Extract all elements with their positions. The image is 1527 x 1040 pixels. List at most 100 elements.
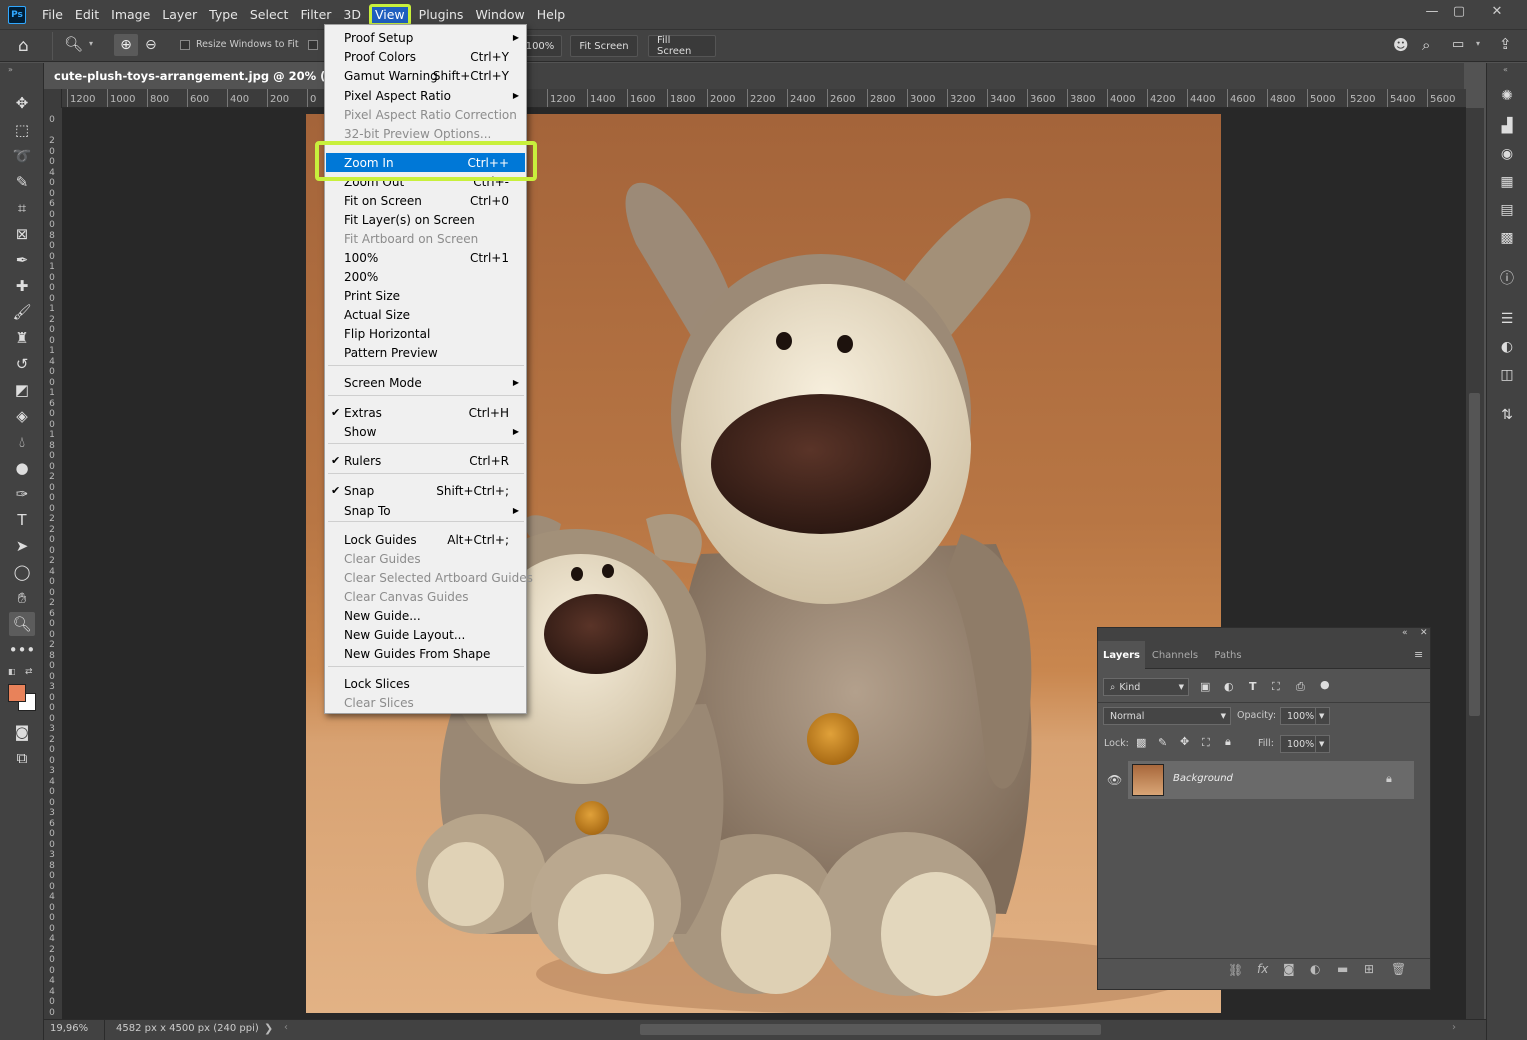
type-tool-icon[interactable]: T [9, 508, 35, 532]
adjustments-panel-icon[interactable]: ◐ [1494, 336, 1520, 358]
home-icon[interactable]: ⌂ [18, 36, 29, 56]
frame-tool-icon[interactable]: ⊠ [9, 222, 35, 246]
more-tools-icon[interactable]: ••• [9, 638, 36, 662]
history-panel-icon[interactable]: ⇅ [1494, 404, 1520, 426]
add-mask-icon[interactable]: ◙ [1283, 962, 1295, 976]
tab-paths[interactable]: Paths [1205, 641, 1251, 669]
scroll-right-icon[interactable]: › [1452, 1022, 1456, 1033]
workspace-chevron-icon[interactable]: ▾ [1476, 39, 1480, 48]
new-adjustment-layer-icon[interactable]: ◐ [1310, 962, 1320, 976]
close-button[interactable]: ✕ [1480, 0, 1514, 22]
scroll-left-icon[interactable]: ‹ [284, 1022, 288, 1033]
menu-plugins[interactable]: Plugins [413, 4, 470, 26]
menu-item-gamut-warning[interactable]: Gamut Warning Shift+Ctrl+Y [326, 66, 525, 85]
chevron-down-icon[interactable]: ▾ [89, 39, 93, 48]
menu-item-new-guides-from-shape[interactable]: New Guides From Shape [326, 644, 525, 663]
link-layers-icon[interactable]: ⛓ [1228, 963, 1243, 977]
tab-layers[interactable]: Layers [1098, 641, 1145, 669]
paint-bucket-tool-icon[interactable]: ◈ [9, 404, 35, 428]
lock-all-icon[interactable]: 🔒︎ [1225, 735, 1231, 749]
menu-item-pattern-preview[interactable]: Pattern Preview [326, 343, 525, 362]
libraries-panel-icon[interactable]: ▩ [1494, 227, 1520, 249]
histogram-panel-icon[interactable]: ▟ [1494, 115, 1520, 137]
quick-selection-tool-icon[interactable]: ✎ [9, 170, 35, 194]
clone-stamp-tool-icon[interactable]: ♜ [9, 326, 35, 350]
menu-filter[interactable]: Filter [294, 4, 337, 26]
document-tab[interactable]: cute-plush-toys-arrangement.jpg @ 20% (L… [44, 63, 326, 89]
menu-item-show[interactable]: Show ▶ [326, 422, 525, 441]
swap-colors-icon[interactable]: ⇄ [25, 667, 33, 677]
zoom-in-mode-icon[interactable]: ⊕ [114, 34, 138, 56]
marquee-tool-icon[interactable]: ⬚ [9, 118, 35, 142]
crop-tool-icon[interactable]: ⌗ [9, 196, 35, 220]
eyedropper-tool-icon[interactable]: ✒ [9, 248, 35, 272]
move-tool-icon[interactable]: ✥ [9, 91, 35, 115]
menu-window[interactable]: Window [469, 4, 530, 26]
lock-transparent-pixels-icon[interactable]: ▩ [1136, 736, 1146, 749]
lock-artboard-icon[interactable]: ⛶ [1202, 736, 1210, 750]
menu-image[interactable]: Image [105, 4, 156, 26]
history-brush-tool-icon[interactable]: ↺ [9, 352, 35, 376]
menu-item-flip-horizontal[interactable]: Flip Horizontal [326, 324, 525, 343]
panel-collapse-icon[interactable]: « [1402, 628, 1408, 638]
filter-type-icon[interactable]: T [1249, 680, 1257, 693]
menu-file[interactable]: File [36, 4, 69, 26]
menu-3d[interactable]: 3D [337, 4, 367, 26]
menu-select[interactable]: Select [244, 4, 295, 26]
menu-item-screen-mode[interactable]: Screen Mode ▶ [326, 373, 525, 392]
workspace-icon[interactable]: ▭ [1452, 37, 1464, 52]
collapse-panel-icon[interactable]: » [8, 65, 13, 74]
dodge-tool-icon[interactable]: ● [9, 456, 35, 480]
healing-brush-tool-icon[interactable]: ✚ [9, 274, 35, 298]
filter-pixel-icon[interactable]: ▣ [1200, 680, 1210, 693]
fill-screen-button[interactable]: Fill Screen [648, 35, 716, 57]
menu-item-snap[interactable]: ✔ Snap Shift+Ctrl+; [326, 481, 525, 500]
menu-item-fit-layer-s-on-screen[interactable]: Fit Layer(s) on Screen [326, 210, 525, 229]
menu-layer[interactable]: Layer [156, 4, 203, 26]
path-selection-tool-icon[interactable]: ➤ [9, 534, 35, 558]
menu-item-fit-on-screen[interactable]: Fit on Screen Ctrl+0 [326, 191, 525, 210]
resize-windows-checkbox[interactable] [180, 40, 190, 50]
horizontal-scrollbar-thumb[interactable] [640, 1024, 1101, 1035]
vertical-scrollbar[interactable] [1466, 108, 1484, 1019]
search-icon[interactable]: ⌕ [1422, 36, 1430, 54]
info-panel-icon[interactable]: ⓘ [1494, 267, 1520, 289]
panel-menu-icon[interactable]: ≡ [1414, 648, 1423, 661]
horizontal-ruler[interactable]: 1200 1000 800 600 400 200 0 1200 1400 1600 1800 200… [62, 89, 1466, 108]
pen-tool-icon[interactable]: ✑ [9, 482, 35, 506]
eraser-tool-icon[interactable]: ◩ [9, 378, 35, 402]
panel-close-icon[interactable]: ✕ [1420, 628, 1428, 638]
menu-edit[interactable]: Edit [69, 4, 105, 26]
filter-smart-object-icon[interactable]: ⎙ [1296, 680, 1305, 694]
filter-shape-icon[interactable]: ⛶ [1272, 680, 1280, 694]
menu-item-proof-setup[interactable]: Proof Setup ▶ [326, 28, 525, 47]
document-info[interactable]: 4582 px x 4500 px (240 ppi) [116, 1023, 259, 1034]
patterns-panel-icon[interactable]: ▦ [1494, 171, 1520, 193]
lasso-tool-icon[interactable]: ➰ [9, 144, 35, 168]
visibility-eye-icon[interactable]: 👁︎ [1107, 773, 1122, 787]
menu-item-lock-guides[interactable]: Lock Guides Alt+Ctrl+; [326, 530, 525, 549]
export-share-icon[interactable]: ⇪ [1499, 35, 1512, 53]
screen-mode-icon[interactable]: ⧉ [9, 746, 35, 770]
menu-item-pixel-aspect-ratio[interactable]: Pixel Aspect Ratio ▶ [326, 86, 525, 105]
menu-help[interactable]: Help [531, 4, 572, 26]
layer-row-background[interactable]: Background 🔒︎ [1128, 761, 1414, 799]
menu-item-print-size[interactable]: Print Size [326, 286, 525, 305]
menu-item-lock-slices[interactable]: Lock Slices [326, 674, 525, 693]
menu-item-snap-to[interactable]: Snap To ▶ [326, 501, 525, 520]
zoom-level[interactable]: 19,96% [50, 1023, 88, 1034]
zoom-out-mode-icon[interactable]: ⊖ [145, 37, 157, 53]
menu-item-new-guide-layout[interactable]: New Guide Layout... [326, 625, 525, 644]
tab-channels[interactable]: Channels [1145, 641, 1205, 669]
fill-input[interactable]: 100% [1280, 735, 1316, 753]
vertical-scrollbar-thumb[interactable] [1469, 393, 1480, 716]
opacity-chevron-icon[interactable]: ▼ [1315, 707, 1330, 725]
lock-position-icon[interactable]: ✥ [1180, 735, 1189, 748]
default-colors-icon[interactable]: ◧ [8, 667, 16, 676]
ellipse-tool-icon[interactable]: ◯ [9, 560, 35, 584]
delete-layer-icon[interactable]: 🗑︎ [1391, 962, 1406, 976]
share-user-icon[interactable]: ☻ [1393, 36, 1409, 54]
quick-mask-icon[interactable]: ◙ [9, 720, 35, 744]
menu-item-new-guide[interactable]: New Guide... [326, 606, 525, 625]
blur-tool-icon[interactable]: 💧︎ [9, 430, 35, 454]
